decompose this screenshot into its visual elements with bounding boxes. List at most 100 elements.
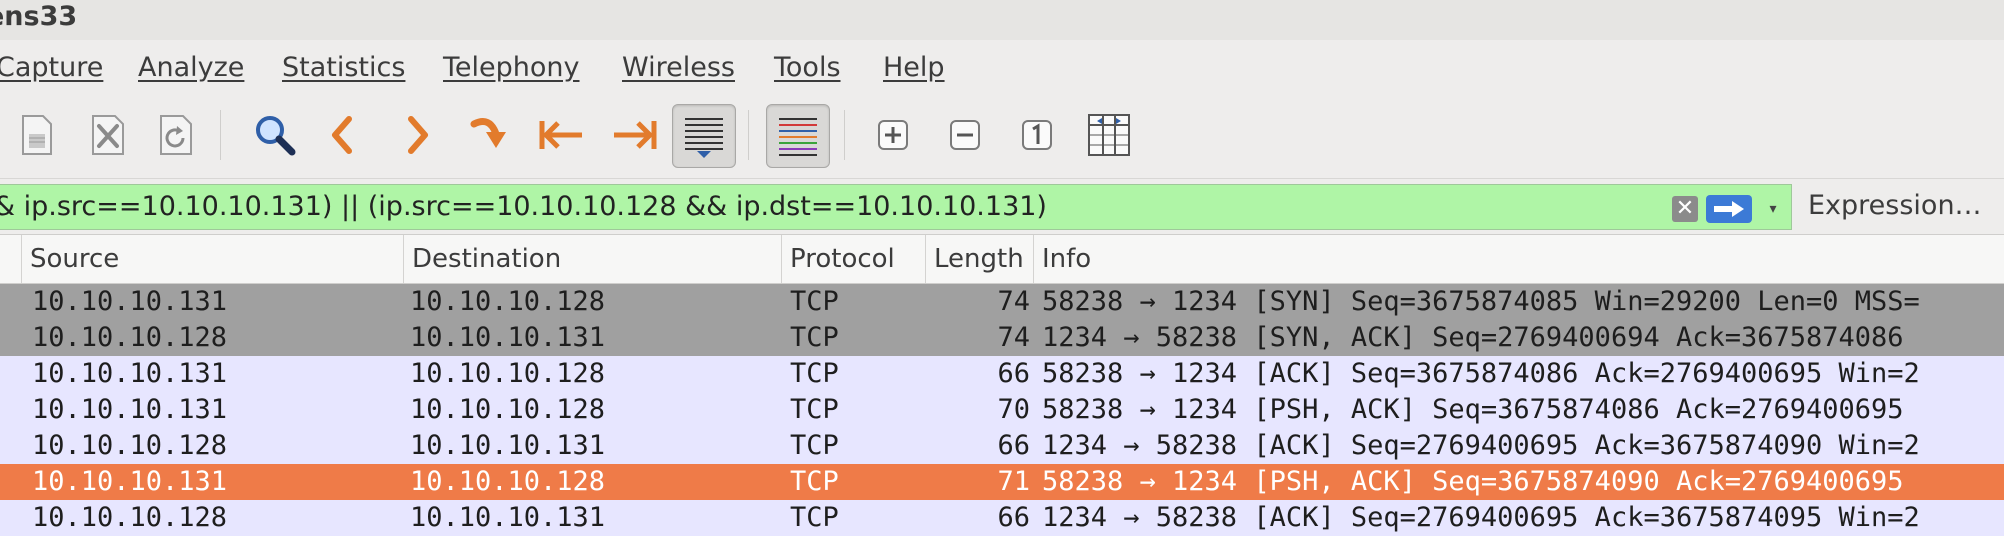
cell-length: 74 xyxy=(997,286,1030,317)
cell-length: 74 xyxy=(997,322,1030,353)
display-filter-bar: & ip.src==10.10.10.131) || (ip.src==10.1… xyxy=(0,180,2004,234)
cell-destination: 10.10.10.128 xyxy=(410,358,606,389)
normal-size-button[interactable] xyxy=(1006,104,1068,166)
cell-info: 58238 → 1234 [ACK] Seq=3675874086 Ack=27… xyxy=(1042,358,1920,389)
cell-destination: 10.10.10.128 xyxy=(410,466,606,497)
cell-source: 10.10.10.131 xyxy=(32,358,228,389)
column-header-protocol[interactable]: Protocol xyxy=(782,235,926,283)
column-header-destination[interactable]: Destination xyxy=(404,235,782,283)
column-header-info[interactable]: Info xyxy=(1034,235,2004,283)
menu-help[interactable]: Help xyxy=(883,50,945,86)
menu-capture[interactable]: Capture xyxy=(0,50,103,86)
packet-row[interactable]: 10.10.10.131 10.10.10.128 TCP 71 58238 → 123… xyxy=(0,464,2004,500)
menu-label: Capture xyxy=(0,52,104,83)
cell-source: 10.10.10.128 xyxy=(32,322,228,353)
expression-button[interactable]: Expression… xyxy=(1808,188,1982,224)
cell-protocol: TCP xyxy=(790,322,839,353)
resize-columns-button[interactable] xyxy=(1078,104,1140,166)
cell-info: 1234 → 58238 [ACK] Seq=2769400695 Ack=36… xyxy=(1042,502,1920,533)
cell-source: 10.10.10.128 xyxy=(32,430,228,461)
packet-row[interactable]: 10.10.10.128 10.10.10.131 TCP 66 1234 → 5823… xyxy=(0,428,2004,464)
cell-destination: 10.10.10.128 xyxy=(410,394,606,425)
menu-bar: Capture Analyze Statistics Telephony Wireles… xyxy=(0,40,2004,92)
packet-row[interactable]: 10.10.10.128 10.10.10.131 TCP 66 1234 → 5823… xyxy=(0,500,2004,536)
cell-length: 66 xyxy=(997,358,1030,389)
cell-length: 71 xyxy=(997,466,1030,497)
reload-file-button[interactable] xyxy=(144,104,206,166)
cell-protocol: TCP xyxy=(790,358,839,389)
menu-label: Tools xyxy=(774,52,841,83)
go-first-icon xyxy=(539,121,582,149)
clear-filter-button[interactable]: ✕ xyxy=(1672,196,1698,222)
chevron-down-icon: ▾ xyxy=(1769,201,1777,217)
autoscroll-icon xyxy=(685,118,723,158)
menu-label: Help xyxy=(883,52,945,83)
cell-info: 1234 → 58238 [SYN, ACK] Seq=2769400694 A… xyxy=(1042,322,1904,353)
cell-source: 10.10.10.131 xyxy=(32,394,228,425)
cell-info: 58238 → 1234 [PSH, ACK] Seq=3675874086 A… xyxy=(1042,394,1904,425)
column-header-no[interactable] xyxy=(0,235,22,283)
go-forward-button[interactable] xyxy=(386,104,448,166)
go-last-button[interactable] xyxy=(604,104,666,166)
cell-destination: 10.10.10.131 xyxy=(410,322,606,353)
go-forward-icon xyxy=(408,116,428,154)
cell-length: 66 xyxy=(997,430,1030,461)
filter-history-dropdown[interactable]: ▾ xyxy=(1764,197,1782,221)
packet-row[interactable]: 10.10.10.128 10.10.10.131 TCP 74 1234 → 5823… xyxy=(0,320,2004,356)
menu-label: Statistics xyxy=(282,52,406,83)
title-bar: ens33 xyxy=(0,0,2004,40)
display-filter-text: & ip.src==10.10.10.131) || (ip.src==10.1… xyxy=(0,191,1047,222)
cell-protocol: TCP xyxy=(790,394,839,425)
menu-analyze[interactable]: Analyze xyxy=(138,50,244,86)
go-back-icon xyxy=(332,116,352,154)
column-header-length[interactable]: Length xyxy=(926,235,1034,283)
menu-label: Analyze xyxy=(138,52,245,83)
go-to-packet-icon xyxy=(470,118,506,148)
zoom-in-button[interactable] xyxy=(862,104,924,166)
find-packet-icon xyxy=(256,116,296,156)
packet-row[interactable]: 10.10.10.131 10.10.10.128 TCP 66 58238 → 123… xyxy=(0,356,2004,392)
column-header-source[interactable]: Source xyxy=(22,235,404,283)
zoom-in-icon xyxy=(878,120,908,150)
menu-label: Wireless xyxy=(622,52,735,83)
cell-source: 10.10.10.128 xyxy=(32,502,228,533)
arrow-right-icon xyxy=(1714,201,1744,217)
find-packet-button[interactable] xyxy=(244,104,306,166)
zoom-out-icon xyxy=(950,120,980,150)
packet-list-header: Source Destination Protocol Length Info xyxy=(0,234,2004,284)
close-file-button[interactable] xyxy=(76,104,138,166)
cell-protocol: TCP xyxy=(790,466,839,497)
menu-statistics[interactable]: Statistics xyxy=(282,50,405,86)
cell-protocol: TCP xyxy=(790,286,839,317)
cell-length: 66 xyxy=(997,502,1030,533)
autoscroll-button[interactable] xyxy=(672,104,736,168)
go-back-button[interactable] xyxy=(312,104,374,166)
cell-info: 58238 → 1234 [PSH, ACK] Seq=3675874090 A… xyxy=(1042,466,1904,497)
main-toolbar xyxy=(0,92,2004,179)
apply-filter-button[interactable] xyxy=(1706,195,1752,223)
menu-wireless[interactable]: Wireless xyxy=(622,50,735,86)
go-last-icon xyxy=(614,121,657,149)
display-filter-input[interactable]: & ip.src==10.10.10.131) || (ip.src==10.1… xyxy=(0,184,1792,230)
packet-list: 10.10.10.131 10.10.10.128 TCP 74 58238 → 123… xyxy=(0,284,2004,536)
cell-info: 58238 → 1234 [SYN] Seq=3675874085 Win=29… xyxy=(1042,286,1920,317)
menu-label: Telephony xyxy=(443,52,580,83)
packet-row[interactable]: 10.10.10.131 10.10.10.128 TCP 70 58238 → 123… xyxy=(0,392,2004,428)
go-to-packet-button[interactable] xyxy=(458,104,520,166)
save-file-button[interactable] xyxy=(4,104,66,166)
cell-destination: 10.10.10.128 xyxy=(410,286,606,317)
packet-row[interactable]: 10.10.10.131 10.10.10.128 TCP 74 58238 → 123… xyxy=(0,284,2004,320)
zoom-out-button[interactable] xyxy=(934,104,996,166)
colorize-button[interactable] xyxy=(766,104,830,168)
menu-telephony[interactable]: Telephony xyxy=(443,50,580,86)
window-title: ens33 xyxy=(0,1,78,32)
resize-columns-icon xyxy=(1088,114,1130,156)
close-file-icon xyxy=(92,115,124,155)
normal-size-icon xyxy=(1022,120,1052,150)
cell-info: 1234 → 58238 [ACK] Seq=2769400695 Ack=36… xyxy=(1042,430,1920,461)
cell-destination: 10.10.10.131 xyxy=(410,430,606,461)
go-first-button[interactable] xyxy=(530,104,592,166)
cell-protocol: TCP xyxy=(790,430,839,461)
cell-source: 10.10.10.131 xyxy=(32,466,228,497)
menu-tools[interactable]: Tools xyxy=(774,50,841,86)
